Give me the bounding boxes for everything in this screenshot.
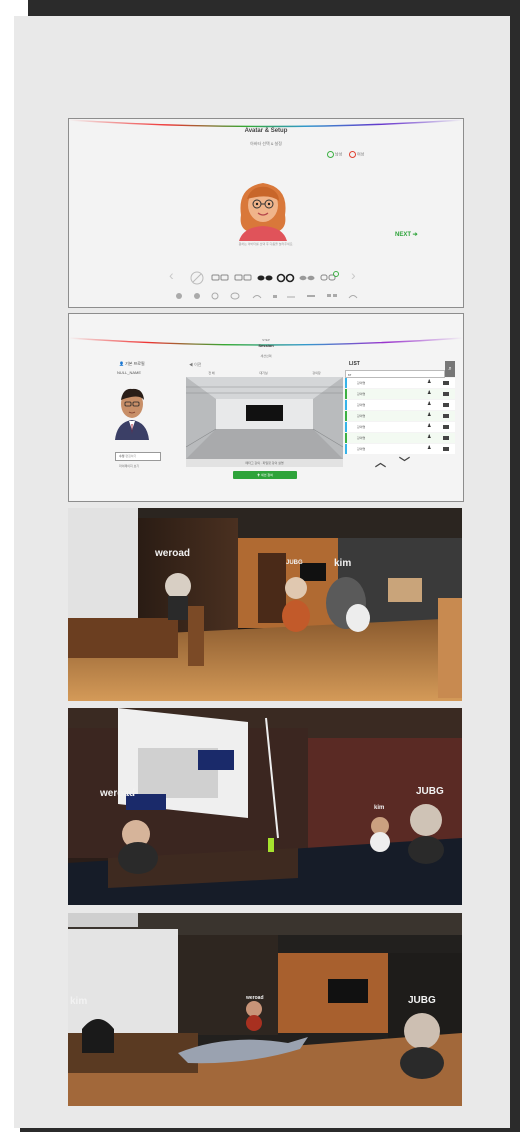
avatar-nametag-weroad: weroad — [155, 548, 191, 559]
frame-top-border — [28, 0, 520, 16]
screen-subtitle: 아바타 선택 & 설정 — [250, 141, 282, 146]
avatar-nametag-kim: kim — [334, 558, 352, 569]
option-female[interactable]: 여성 — [349, 151, 364, 158]
list-title: LIST — [349, 361, 360, 367]
header-arc — [69, 337, 463, 346]
selection-hint: 원하는 아바타를 선택 후 다음을 눌러주세요. — [238, 242, 294, 246]
item-label: 강의명 — [357, 381, 366, 385]
tab-waiting-room[interactable]: 대기실 — [259, 371, 267, 375]
male-avatar-preview — [115, 388, 149, 440]
screen-subtitle: 세션선택 — [260, 354, 272, 358]
tab-lecture-hall[interactable]: 강의장 — [312, 371, 320, 375]
list-item[interactable]: 강의명 ♟ — [345, 411, 455, 421]
screen-title: Session — [258, 343, 274, 348]
item-label: 강의명 — [357, 403, 366, 407]
avatar-nametag-jubg: JUBG — [408, 995, 436, 1006]
user-icon: ♟ — [427, 445, 432, 451]
female-avatar-preview — [239, 183, 287, 241]
user-icon: ♟ — [427, 379, 432, 385]
profile-name: NULL_NAME — [117, 370, 142, 375]
search-icon[interactable]: ⌕ — [445, 361, 455, 377]
item-label: 강의명 — [357, 392, 366, 396]
item-label: 강의명 — [357, 436, 366, 440]
folder-icon — [443, 381, 449, 385]
option-male[interactable]: 남성 — [327, 151, 342, 158]
user-icon: ♟ — [427, 423, 432, 429]
avatar-setup-screen: Avatar & Setup 아바타 선택 & 설정 남성 여성 원하는 아바타… — [68, 118, 464, 308]
edit-description: 편집하기 — [125, 454, 137, 458]
edit-button-label: 수정 — [119, 454, 125, 458]
user-icon: ♟ — [427, 412, 432, 418]
list-item[interactable]: 강의명 ♟ — [345, 433, 455, 443]
profile-title: 👤 기본 프로필 — [119, 361, 145, 367]
folder-icon — [443, 414, 449, 418]
option-male-label: 남성 — [335, 151, 343, 157]
vr-scene-3: kim weroad JUBG — [68, 913, 462, 1106]
avatar-nametag-weroad: weroad — [246, 995, 264, 1001]
session-caption: 메타그 강의 · 파일럿 강의 설명 — [186, 459, 343, 467]
screen-title: Avatar & Setup — [244, 128, 288, 134]
item-label: 강의명 — [357, 414, 366, 418]
user-icon: 👤 — [119, 361, 124, 366]
list-item[interactable]: 강의명 ♟ — [345, 400, 455, 410]
back-button[interactable]: ◀ 이전 — [189, 362, 201, 368]
tab-all[interactable]: 전 체 — [208, 371, 214, 375]
vr-scene-2: weroad kim JUBG — [68, 708, 462, 905]
avatar-nametag-jubg: JUBG — [416, 786, 444, 797]
list-item[interactable]: 강의명 ♟ — [345, 389, 455, 399]
user-icon: ♟ — [427, 390, 432, 396]
frame-bottom-border — [20, 1128, 520, 1132]
profile-title-text: 기본 프로필 — [125, 361, 145, 366]
radio-icon — [327, 151, 334, 158]
folder-icon — [443, 403, 449, 407]
edit-profile-button[interactable]: 수정 편집하기 — [115, 452, 161, 461]
folder-icon — [443, 436, 449, 440]
user-icon: ♟ — [427, 401, 432, 407]
category-icons[interactable] — [169, 291, 369, 301]
user-icon: ♟ — [427, 434, 432, 440]
list-item[interactable]: 강의명 ♟ — [345, 422, 455, 432]
avatar-nametag-jubg: JUBG — [286, 560, 303, 566]
step-label: STEP — [262, 338, 270, 342]
enter-session-button[interactable]: ✚ 세션 참여 — [233, 471, 297, 479]
folder-icon — [443, 425, 449, 429]
avatar-nametag-kim: kim — [70, 996, 88, 1007]
list-item[interactable]: 강의명 ♟ — [345, 444, 455, 454]
avatar-nametag-kim: kim — [374, 805, 385, 811]
vr-scene-1: weroad kim JUBG — [68, 508, 462, 701]
folder-icon — [443, 392, 449, 396]
item-label: 강의명 — [357, 447, 366, 451]
glasses-options[interactable] — [172, 270, 362, 286]
item-label: 강의명 — [357, 425, 366, 429]
search-input[interactable]: 67 — [345, 370, 445, 378]
avatar-nametag-weroad: weroad — [100, 788, 136, 799]
session-tabs: 전 체 대기실 강의장 — [186, 369, 343, 377]
session-select-screen: STEP Session 세션선택 👤 기본 프로필 NULL_NAME 수정 … — [68, 313, 464, 502]
option-female-label: 여성 — [357, 151, 365, 157]
folder-icon — [443, 447, 449, 451]
session-preview-image — [186, 377, 343, 459]
radio-icon — [349, 151, 356, 158]
chevron-down-icon[interactable]: ﹀ — [399, 454, 410, 470]
list-item[interactable]: 강의명 ♟ — [345, 378, 455, 388]
frame-right-border — [510, 0, 520, 1128]
chevron-up-icon[interactable]: ︿ — [375, 454, 386, 470]
mypage-link[interactable]: 마이페이지 보기 — [119, 464, 139, 468]
next-button[interactable]: NEXT ➔ — [395, 231, 418, 238]
